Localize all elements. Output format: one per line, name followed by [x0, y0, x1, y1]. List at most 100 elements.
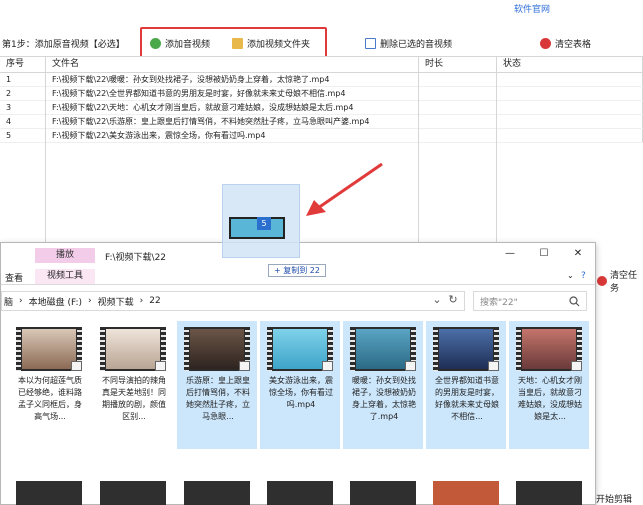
film-strip [350, 327, 355, 371]
video-thumbnail[interactable] [516, 481, 582, 505]
row-duration [419, 101, 497, 114]
clear-icon [597, 276, 607, 286]
step-label: 第1步：添加原音视频【必选】 [2, 40, 125, 50]
search-input[interactable]: 搜索"22" [473, 291, 587, 311]
close-icon[interactable]: ✕ [571, 247, 585, 261]
video-thumbnail[interactable] [350, 481, 416, 505]
breadcrumb-item[interactable]: 视频下载 [98, 295, 134, 308]
video-thumbnail[interactable] [100, 481, 166, 505]
chevron-right-icon: › [88, 296, 92, 306]
file-tile[interactable]: 乐游原：皇上跟皇后打情骂俏，不料她突然肚子疼，立马急眼... [177, 321, 257, 449]
thumbnail-image [439, 329, 493, 369]
start-edit-button[interactable]: 开始剪辑 [596, 492, 632, 505]
tab-view[interactable]: 查看 [5, 271, 23, 284]
screen: { "app": { "site_link": "软件官网", "step_la… [0, 0, 643, 505]
table-row[interactable]: 3 F:\视频下载\22\天地：心机女才刚当皇后，就故意刁难姑娘，没成想姑娘是太… [0, 101, 643, 115]
window-title: F:\视频下载\22 [105, 253, 167, 263]
chevron-right-icon: › [139, 296, 144, 306]
copy-to-tooltip: + 复制到 22 [268, 264, 326, 277]
delete-selected-button[interactable]: 删除已选的音视频 [365, 33, 452, 53]
file-tile[interactable]: 暖暖：孙女到处找裙子，没想被奶奶身上穿着，太惊艳了.mp4 [343, 321, 423, 449]
drag-count-badge: 5 [257, 217, 271, 230]
file-tile[interactable]: 天地：心机女才刚当皇后，就故意刁难姑娘，没成想姑娘是太... [509, 321, 589, 449]
header-filename[interactable]: 文件名 [46, 57, 419, 72]
film-strip [16, 327, 21, 371]
table-row[interactable]: 5 F:\视频下载\22\美女游泳出来，震惊全场，你有看过吗.mp4 [0, 129, 643, 143]
video-file-icon [155, 361, 166, 371]
row-index: 2 [0, 87, 46, 100]
clear-task-button[interactable]: 清空任务 [597, 268, 643, 294]
row-filename: F:\视频下载\22\暖暖：孙女到处找裙子，没想被奶奶身上穿着，太惊艳了.mp4 [46, 73, 419, 86]
video-file-icon [405, 361, 416, 371]
row-duration [419, 87, 497, 100]
thumbnail-image [106, 329, 160, 369]
delete-list-icon [365, 37, 376, 49]
video-thumbnail [516, 327, 582, 371]
help-icon[interactable]: ? [581, 271, 586, 281]
chevron-down-icon[interactable]: ⌄ [567, 271, 574, 280]
table-row[interactable]: 1 F:\视频下载\22\暖暖：孙女到处找裙子，没想被奶奶身上穿着，太惊艳了.m… [0, 73, 643, 87]
file-tile[interactable]: 美女游泳出来，震惊全场，你有看过吗.mp4 [260, 321, 340, 449]
official-site-link[interactable]: 软件官网 [514, 2, 550, 15]
video-file-icon [239, 361, 250, 371]
table-header: 序号 文件名 时长 状态 [0, 57, 643, 73]
chevron-right-icon: › [19, 296, 23, 306]
file-tile[interactable]: 本以为何超莲气质已经够绝，谁料路孟子义同框后，身高气场... [9, 321, 89, 449]
video-thumbnail[interactable] [184, 481, 250, 505]
video-file-icon [71, 361, 82, 371]
file-caption: 不同导演拍的辣角真是天差地别！同期播放的剧，颜值区别... [102, 376, 166, 421]
address-bar[interactable]: 脑 › 本地磁盘 (F:) › 视频下载 › 22 [1, 291, 465, 311]
film-strip [184, 327, 189, 371]
video-thumbnail [433, 327, 499, 371]
clear-task-label: 清空任务 [610, 271, 638, 294]
row-index: 5 [0, 129, 46, 142]
row-duration [419, 73, 497, 86]
file-tile[interactable]: 全世界都知道书意的男朋友是时宴，好像就未来丈母娘不相信... [426, 321, 506, 449]
breadcrumb-item[interactable]: 本地磁盘 (F:) [29, 295, 82, 308]
breadcrumb-item[interactable]: 脑 [4, 295, 13, 308]
video-file-icon [488, 361, 499, 371]
video-thumbnail [350, 327, 416, 371]
row-status [497, 101, 643, 114]
thumbnail-image [273, 329, 327, 369]
address-row: 脑 › 本地磁盘 (F:) › 视频下载 › 22 ⌄ ↻ 搜索"22" [1, 291, 595, 311]
video-file-icon [322, 361, 333, 371]
row-duration [419, 115, 497, 128]
column-divider [45, 73, 46, 243]
tab-video-tools[interactable]: 视频工具 [35, 269, 95, 284]
clear-icon [540, 37, 551, 49]
breadcrumb-item[interactable]: 22 [149, 296, 160, 306]
header-index[interactable]: 序号 [0, 57, 46, 72]
video-thumbnail [267, 327, 333, 371]
video-thumbnail[interactable] [16, 481, 82, 505]
row-index: 4 [0, 115, 46, 128]
video-thumbnail [100, 327, 166, 371]
file-caption: 全世界都知道书意的男朋友是时宴，好像就未来丈母娘不相信... [435, 376, 499, 421]
clear-table-button[interactable]: 清空表格 [540, 33, 591, 53]
table-row[interactable]: 4 F:\视频下载\22\乐游原：皇上跟皇后打情骂俏，不料她突然肚子疼，立马急眼… [0, 115, 643, 129]
row-filename: F:\视频下载\22\乐游原：皇上跟皇后打情骂俏，不料她突然肚子疼，立马急眼叫产… [46, 115, 419, 128]
tab-play[interactable]: 播放 [35, 248, 95, 263]
film-strip [267, 327, 272, 371]
file-grid: 本以为何超莲气质已经够绝，谁料路孟子义同框后，身高气场... 不同导演拍的辣角真… [1, 321, 595, 505]
film-strip [100, 327, 105, 371]
video-file-icon [571, 361, 582, 371]
column-divider [496, 73, 497, 243]
video-thumbnail[interactable] [267, 481, 333, 505]
row-filename: F:\视频下载\22\全世界都知道书意的男朋友是时宴，好像就未来丈母娘不相信.m… [46, 87, 419, 100]
video-thumbnail [184, 327, 250, 371]
minimize-icon[interactable]: — [503, 247, 517, 261]
header-status[interactable]: 状态 [497, 57, 643, 72]
row-index: 3 [0, 101, 46, 114]
maximize-icon[interactable]: ☐ [537, 247, 551, 261]
video-thumbnail[interactable] [433, 481, 499, 505]
refresh-icon[interactable]: ↻ [445, 293, 461, 309]
table-row[interactable]: 2 F:\视频下载\22\全世界都知道书意的男朋友是时宴，好像就未来丈母娘不相信… [0, 87, 643, 101]
row-filename: F:\视频下载\22\美女游泳出来，震惊全场，你有看过吗.mp4 [46, 129, 419, 142]
clear-table-label: 清空表格 [555, 39, 592, 50]
thumbnail-image [22, 329, 76, 369]
row-index: 1 [0, 73, 46, 86]
dropdown-icon[interactable]: ⌄ [429, 293, 445, 309]
file-tile[interactable]: 不同导演拍的辣角真是天差地别！同期播放的剧，颜值区别... [93, 321, 173, 449]
header-duration[interactable]: 时长 [419, 57, 497, 72]
